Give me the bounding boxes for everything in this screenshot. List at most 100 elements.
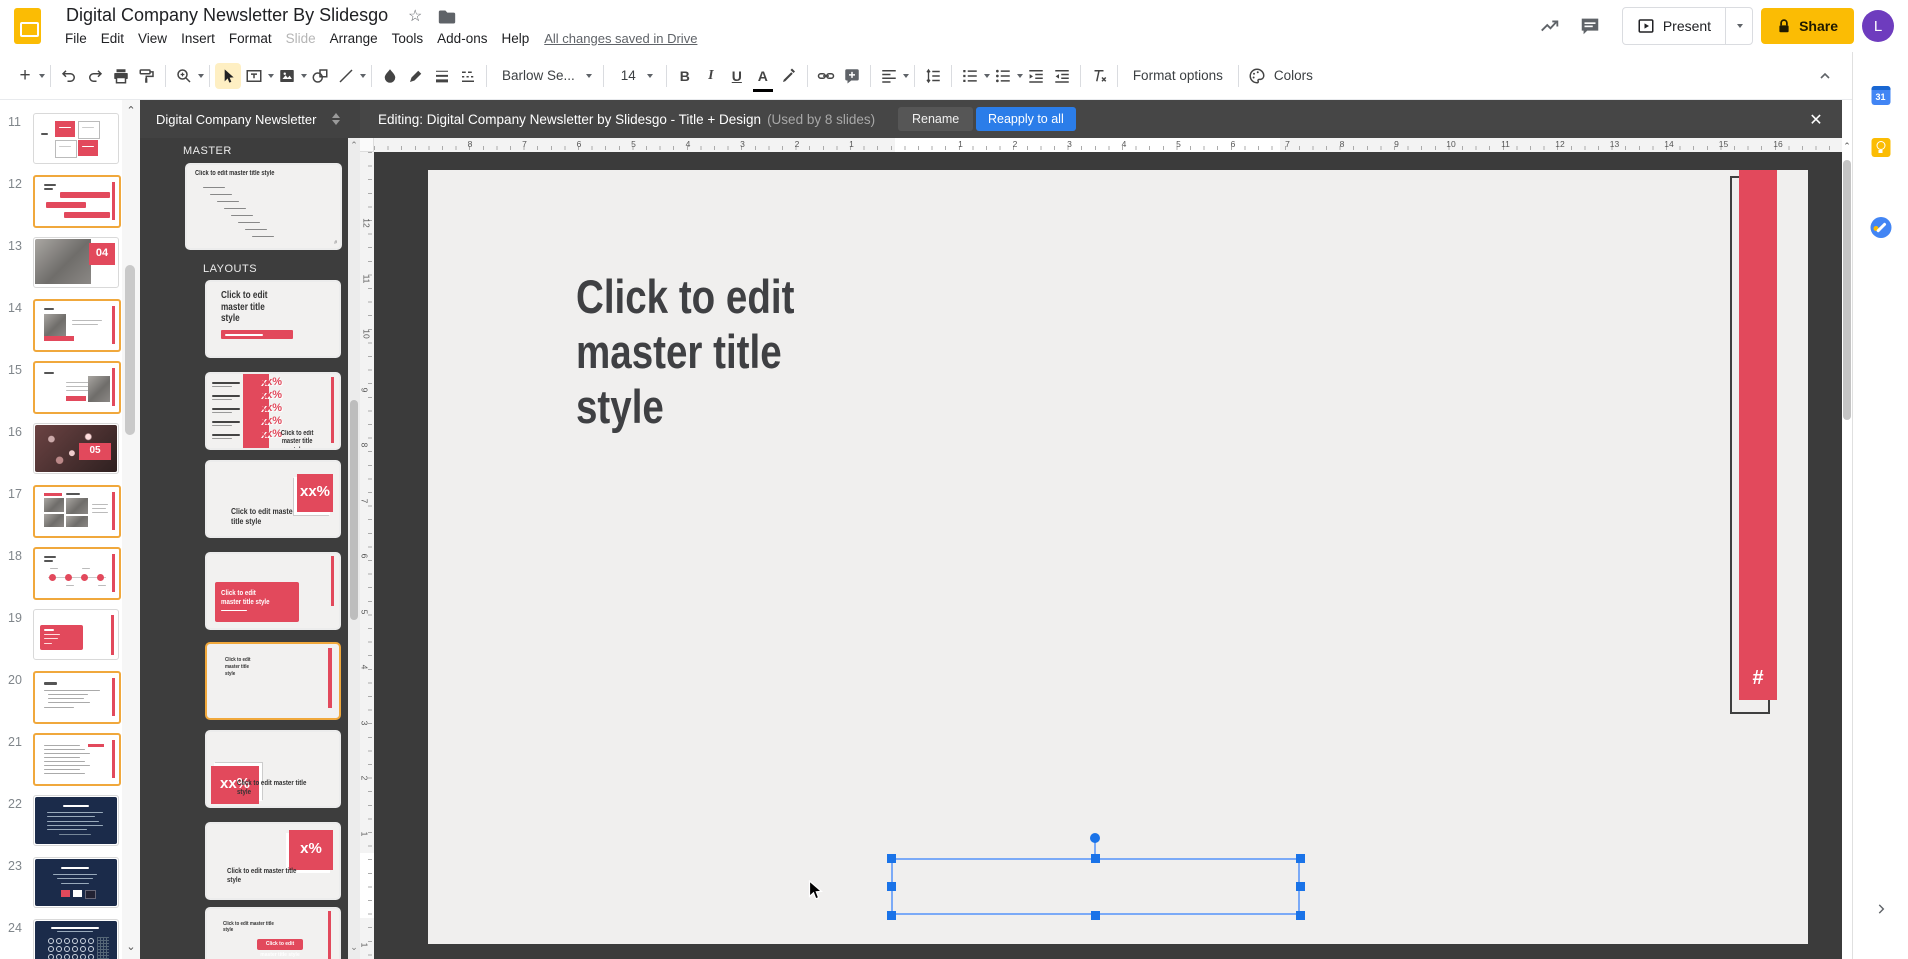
- print-icon[interactable]: [108, 63, 134, 89]
- document-title[interactable]: Digital Company Newsletter By Slidesgo: [66, 5, 388, 26]
- filmstrip-scroll-thumb[interactable]: [125, 265, 135, 435]
- colors-button[interactable]: Colors: [1270, 68, 1317, 83]
- selection-handle[interactable]: [1296, 854, 1305, 863]
- panel-scrollbar[interactable]: ⌃ ⌄: [348, 138, 360, 959]
- menu-format[interactable]: Format: [222, 28, 279, 49]
- italic-button[interactable]: I: [698, 63, 724, 89]
- slide-thumbnail-11[interactable]: [33, 113, 119, 164]
- rotation-handle[interactable]: [1090, 833, 1100, 843]
- text-color-button[interactable]: A: [750, 63, 776, 89]
- bulleted-list-caret-icon[interactable]: [1017, 74, 1023, 78]
- scroll-down-icon[interactable]: ⌄: [122, 940, 140, 953]
- selection-handle[interactable]: [1296, 911, 1305, 920]
- avatar[interactable]: L: [1862, 10, 1894, 42]
- selection-handle[interactable]: [1091, 854, 1100, 863]
- selected-text-box[interactable]: [891, 858, 1300, 915]
- star-icon[interactable]: ☆: [408, 6, 422, 26]
- select-tool-icon[interactable]: [215, 63, 241, 89]
- border-weight-icon[interactable]: [429, 63, 455, 89]
- insert-link-icon[interactable]: [813, 63, 839, 89]
- clear-formatting-icon[interactable]: [1086, 63, 1112, 89]
- menu-edit[interactable]: Edit: [94, 28, 131, 49]
- line-spacing-icon[interactable]: [920, 63, 946, 89]
- slide-thumbnail-15[interactable]: [33, 361, 121, 414]
- master-thumbnail[interactable]: Click to edit master title style#: [185, 163, 342, 250]
- numbered-list-caret-icon[interactable]: [984, 74, 990, 78]
- increase-indent-icon[interactable]: [1049, 63, 1075, 89]
- zoom-caret-icon[interactable]: [198, 74, 204, 78]
- reapply-to-all-button[interactable]: Reapply to all: [976, 107, 1076, 131]
- master-title-placeholder[interactable]: Click to edit master title style: [576, 270, 830, 435]
- slide-thumbnail-22[interactable]: [33, 795, 119, 846]
- menu-insert[interactable]: Insert: [174, 28, 222, 49]
- slide-thumbnail-21[interactable]: [33, 733, 121, 786]
- layout-thumbnail-red-card[interactable]: Click to edit master title style: [205, 552, 341, 630]
- slide-thumbnail-16[interactable]: 05: [33, 423, 119, 474]
- share-button[interactable]: Share: [1761, 8, 1854, 44]
- numbered-list-icon[interactable]: [957, 63, 983, 89]
- bold-button[interactable]: B: [672, 63, 698, 89]
- layout-thumbnail-title-redline[interactable]: Click to edit master title style: [205, 280, 341, 358]
- redo-icon[interactable]: [82, 63, 108, 89]
- layout-thumbnail-xx-right[interactable]: Click to edit master title stylexx%: [205, 460, 341, 538]
- canvas-scrollbar[interactable]: ⌃: [1842, 138, 1852, 959]
- selection-handle[interactable]: [1296, 882, 1305, 891]
- palette-icon[interactable]: [1244, 63, 1270, 89]
- menu-help[interactable]: Help: [494, 28, 536, 49]
- present-button[interactable]: Present: [1623, 17, 1725, 35]
- tasks-icon[interactable]: [1870, 217, 1891, 238]
- slide-thumbnail-17[interactable]: [33, 485, 121, 538]
- menu-add-ons[interactable]: Add-ons: [430, 28, 494, 49]
- canvas-scroll-thumb[interactable]: [1843, 160, 1851, 420]
- scroll-up-icon[interactable]: ⌃: [348, 140, 360, 151]
- panel-scroll-thumb[interactable]: [350, 400, 358, 620]
- fill-color-icon[interactable]: [377, 63, 403, 89]
- close-icon[interactable]: ✕: [1804, 108, 1828, 132]
- highlight-color-icon[interactable]: [776, 63, 802, 89]
- scroll-down-icon[interactable]: ⌄: [348, 942, 360, 953]
- red-design-bar[interactable]: #: [1739, 170, 1777, 700]
- insert-image-icon[interactable]: [274, 63, 300, 89]
- zoom-icon[interactable]: [171, 63, 197, 89]
- layout-thumbnail-xx-left[interactable]: xx%Click to edit master title style: [205, 730, 341, 808]
- layout-thumbnail-rows-xx[interactable]: xx%xx%xx%xx%xx%Click to edit master titl…: [205, 372, 341, 450]
- filmstrip-scrollbar[interactable]: ⌃ ⌄: [122, 100, 140, 959]
- selection-handle[interactable]: [1091, 911, 1100, 920]
- align-caret-icon[interactable]: [903, 74, 909, 78]
- selection-handle[interactable]: [887, 911, 896, 920]
- scroll-up-icon[interactable]: ⌃: [1842, 141, 1852, 152]
- move-folder-icon[interactable]: [438, 9, 456, 25]
- saved-status[interactable]: All changes saved in Drive: [544, 31, 697, 46]
- slide-thumbnail-24[interactable]: [33, 919, 119, 959]
- menu-view[interactable]: View: [131, 28, 174, 49]
- slide-thumbnail-20[interactable]: [33, 671, 121, 724]
- calendar-icon[interactable]: 31: [1871, 86, 1890, 105]
- add-comment-icon[interactable]: [839, 63, 865, 89]
- slide-thumbnail-18[interactable]: [33, 547, 121, 600]
- slide-editing-surface[interactable]: Click to edit master title style #: [428, 170, 1808, 944]
- present-dropdown[interactable]: [1725, 8, 1752, 44]
- text-box-icon[interactable]: [241, 63, 267, 89]
- comments-icon[interactable]: [1570, 6, 1610, 46]
- insert-line-caret-icon[interactable]: [360, 74, 366, 78]
- insert-line-icon[interactable]: [333, 63, 359, 89]
- underline-button[interactable]: U: [724, 63, 750, 89]
- selection-handle[interactable]: [887, 882, 896, 891]
- layout-thumbnail-title-design-selected[interactable]: Click to edit master title style: [205, 642, 341, 720]
- decrease-indent-icon[interactable]: [1023, 63, 1049, 89]
- theme-picker[interactable]: Digital Company Newsletter: [140, 100, 360, 138]
- new-slide-caret-icon[interactable]: [39, 74, 45, 78]
- slide-thumbnail-19[interactable]: [33, 609, 119, 660]
- menu-arrange[interactable]: Arrange: [323, 28, 385, 49]
- hide-menus-icon[interactable]: [1812, 63, 1838, 89]
- rename-button[interactable]: Rename: [898, 107, 973, 131]
- slide-thumbnail-23[interactable]: [33, 857, 119, 908]
- format-options-button[interactable]: Format options: [1123, 68, 1233, 83]
- new-slide-button[interactable]: +: [12, 63, 38, 89]
- scroll-up-icon[interactable]: ⌃: [122, 104, 140, 117]
- font-family-select[interactable]: Barlow Se...: [492, 68, 598, 83]
- slide-thumbnail-14[interactable]: [33, 299, 121, 352]
- layout-thumbnail-x-top-right[interactable]: x%Click to edit master title style: [205, 822, 341, 900]
- menu-tools[interactable]: Tools: [385, 28, 431, 49]
- insert-shape-icon[interactable]: [307, 63, 333, 89]
